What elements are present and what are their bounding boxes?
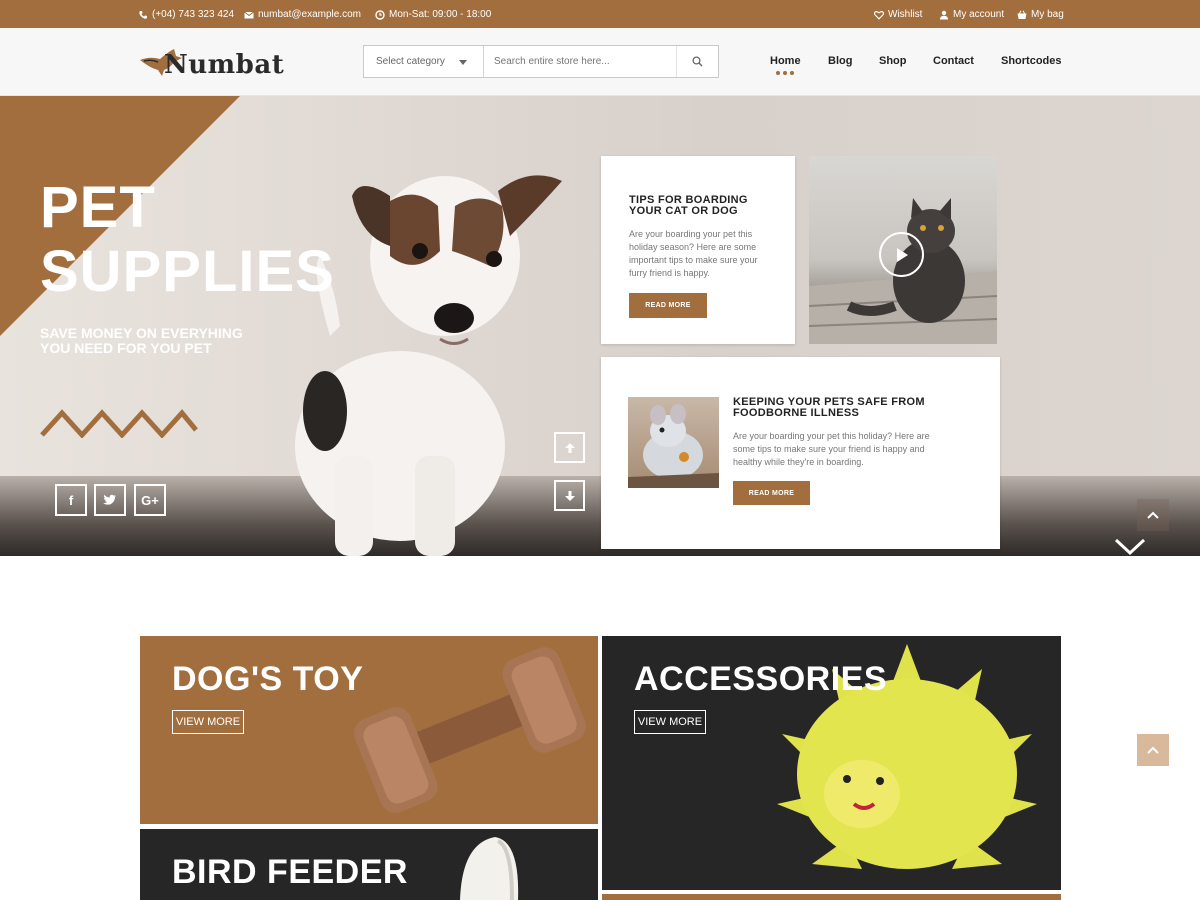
hero-floor: [0, 476, 1200, 556]
hero-subtitle-line-2: YOU NEED FOR YOU PET: [40, 340, 212, 356]
google-plus-button[interactable]: G+: [134, 484, 166, 516]
read-more-button[interactable]: READ MORE: [629, 293, 707, 318]
post-excerpt-line: some tips to make sure your friend is ha…: [733, 444, 925, 454]
facebook-icon: f: [68, 492, 74, 508]
nav-shop[interactable]: Shop: [879, 55, 907, 67]
arrow-down-icon: [564, 490, 575, 501]
wishlist-link[interactable]: Wishlist: [874, 9, 922, 20]
numbat-logo[interactable]: Numbat: [138, 46, 284, 80]
post-excerpt-line: holiday season? Here are some: [629, 242, 757, 252]
post-excerpt: Are your boarding your pet this holiday?…: [733, 430, 973, 469]
post-excerpt: Are your boarding your pet this holiday …: [629, 228, 779, 280]
slide-down-button[interactable]: [554, 480, 585, 511]
nav-blog[interactable]: Blog: [828, 55, 852, 67]
hours-info: Mon-Sat: 09:00 - 18:00: [375, 9, 491, 20]
user-icon: [940, 10, 948, 19]
search-input[interactable]: [484, 46, 676, 77]
hero-title-line-1: PET: [40, 175, 156, 240]
hero-banner: PET SUPPLIES SAVE MONEY ON EVERYHING YOU…: [0, 96, 1200, 556]
nav-contact[interactable]: Contact: [933, 55, 974, 67]
phone-icon: [139, 10, 147, 19]
phone-number: (+04) 743 323 424: [152, 9, 235, 20]
bird-feeder-image: [460, 837, 519, 900]
account-label[interactable]: My account: [953, 9, 1004, 20]
hero-subtitle: SAVE MONEY ON EVERYHING YOU NEED FOR YOU…: [40, 326, 270, 356]
view-more-button[interactable]: VIEW MORE: [634, 710, 706, 734]
nav-shortcodes[interactable]: Shortcodes: [1001, 55, 1062, 67]
chevron-down-icon[interactable]: [1114, 536, 1146, 556]
category-title: BIRD FEEDER: [172, 853, 408, 891]
category-bird-feeder[interactable]: BIRD FEEDER: [140, 829, 598, 900]
post-card-foodborne: KEEPING YOUR PETS SAFE FROM FOODBORNE IL…: [601, 357, 1000, 549]
post-title-line-2: YOUR CAT OR DOG: [629, 205, 738, 217]
caret-down-icon: [459, 60, 467, 65]
chinchilla-picture: [628, 404, 719, 488]
post-excerpt-line: furry friend is happy.: [629, 268, 710, 278]
play-icon: [896, 247, 908, 262]
top-bar: (+04) 743 323 424 numbat@example.com Mon…: [0, 0, 1200, 28]
account-link[interactable]: My account: [939, 9, 1004, 20]
basket-icon: [1017, 10, 1027, 19]
hero-title-line-2: SUPPLIES: [40, 239, 335, 304]
zigzag-decoration: [40, 409, 198, 438]
arrow-up-icon: [564, 442, 575, 453]
cat-video-thumbnail[interactable]: [809, 156, 997, 344]
email-address[interactable]: numbat@example.com: [258, 9, 361, 20]
play-button[interactable]: [879, 232, 924, 277]
bag-link[interactable]: My bag: [1017, 9, 1064, 20]
phone-info: (+04) 743 323 424: [138, 9, 234, 20]
post-title-line-2: FOODBORNE ILLNESS: [733, 407, 860, 419]
category-title: ACCESSORIES: [634, 660, 887, 698]
twitter-icon: [103, 494, 116, 505]
post-title[interactable]: TIPS FOR BOARDING YOUR CAT OR DOG: [629, 195, 779, 217]
chinchilla-image: [628, 397, 719, 488]
heart-icon: [874, 10, 884, 20]
active-nav-indicator: [776, 71, 794, 75]
post-title[interactable]: KEEPING YOUR PETS SAFE FROM FOODBORNE IL…: [733, 397, 973, 419]
facebook-button[interactable]: f: [55, 484, 87, 516]
hero-title: PET SUPPLIES: [40, 176, 335, 304]
scroll-top-faded-button[interactable]: [1137, 499, 1169, 531]
category-accessories[interactable]: ACCESSORIES VIEW MORE: [602, 636, 1061, 890]
category-dogs-toy[interactable]: DOG'S TOY VIEW MORE: [140, 636, 598, 824]
scroll-to-top-button[interactable]: [1137, 734, 1169, 766]
post-excerpt-line: Are your boarding your pet this holiday?…: [733, 431, 930, 441]
chevron-up-icon: [1147, 746, 1159, 754]
read-more-button[interactable]: READ MORE: [733, 481, 810, 505]
logo-text: Numbat: [164, 50, 285, 80]
post-excerpt-line: healthy while they're in boarding.: [733, 457, 864, 467]
search-icon: [692, 56, 703, 67]
slide-up-button[interactable]: [554, 432, 585, 463]
post-excerpt-line: Are your boarding your pet this: [629, 229, 753, 239]
category-title: DOG'S TOY: [172, 660, 364, 698]
nav-home[interactable]: Home: [770, 55, 801, 67]
post-excerpt-line: important tips to make sure your: [629, 255, 758, 265]
twitter-button[interactable]: [94, 484, 126, 516]
search-button[interactable]: [676, 46, 718, 77]
chevron-up-icon: [1147, 511, 1159, 519]
category-tile-partial: [602, 894, 1061, 900]
email-info[interactable]: numbat@example.com: [244, 9, 361, 20]
clock-icon: [375, 9, 385, 20]
category-select-label: Select category: [376, 56, 445, 67]
bone-toy-image: [354, 647, 586, 813]
search-bar: Select category: [363, 45, 719, 78]
hero-subtitle-line-1: SAVE MONEY ON EVERYHING: [40, 325, 243, 341]
view-more-button[interactable]: VIEW MORE: [172, 710, 244, 734]
envelope-icon: [244, 11, 254, 18]
site-header: Numbat Select category Home Blog Shop Co…: [0, 28, 1200, 96]
post-card-boarding: TIPS FOR BOARDING YOUR CAT OR DOG Are yo…: [601, 156, 795, 344]
opening-hours: Mon-Sat: 09:00 - 18:00: [389, 9, 492, 20]
wishlist-label[interactable]: Wishlist: [888, 9, 922, 20]
google-plus-icon: G+: [141, 492, 159, 508]
category-select[interactable]: Select category: [364, 46, 484, 77]
bag-label[interactable]: My bag: [1031, 9, 1064, 20]
